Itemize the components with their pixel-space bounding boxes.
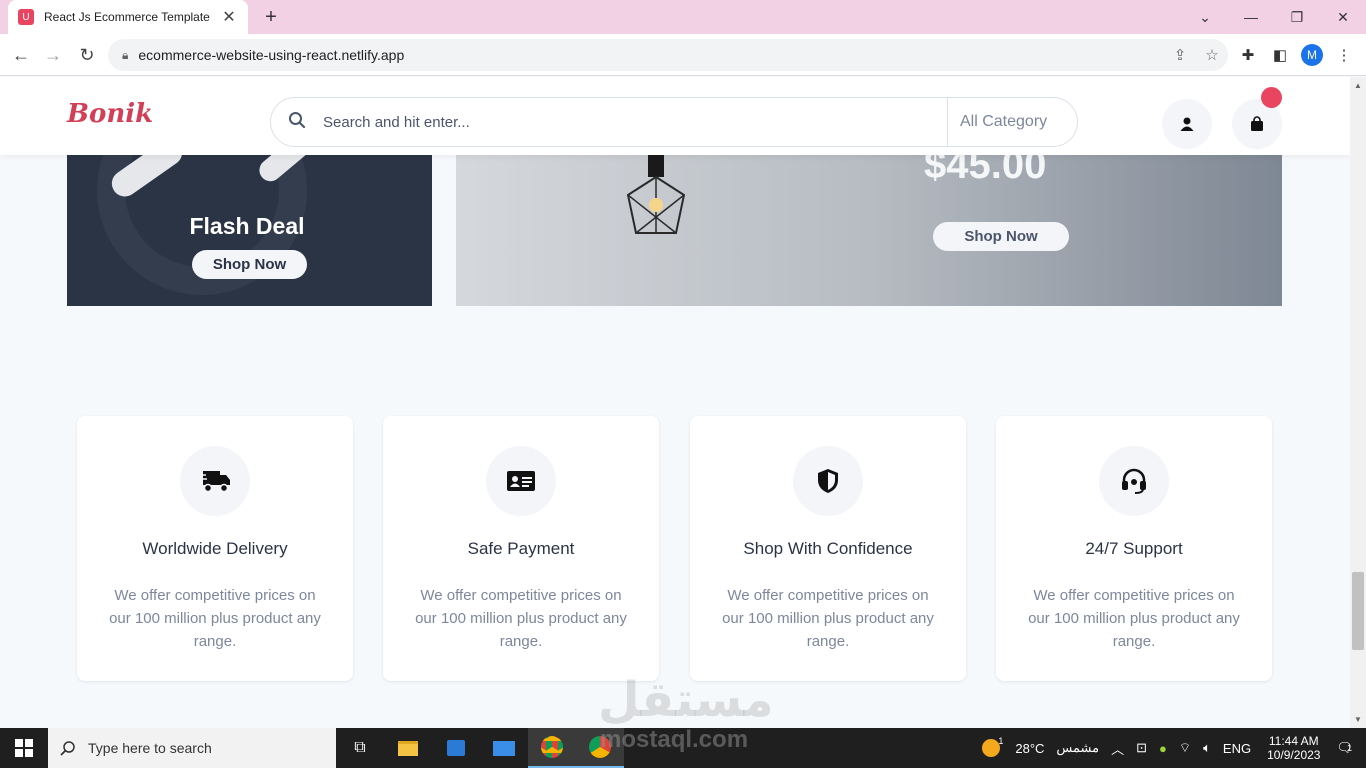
cart-badge bbox=[1261, 87, 1282, 108]
feature-title: 24/7 Support bbox=[1085, 539, 1183, 558]
feature-description: We offer competitive prices on our 100 m… bbox=[109, 587, 321, 650]
feature-description: We offer competitive prices on our 100 m… bbox=[722, 587, 934, 650]
file-explorer-icon[interactable] bbox=[384, 728, 432, 768]
weather-icon[interactable] bbox=[982, 739, 1001, 757]
tab-search-chevron-icon[interactable]: ⌄ bbox=[1182, 0, 1228, 34]
flash-shop-now-button[interactable]: Shop Now bbox=[192, 250, 307, 279]
new-tab-icon[interactable]: + bbox=[258, 4, 284, 30]
weather-condition[interactable]: مشمس bbox=[1056, 740, 1099, 756]
browser-tab[interactable]: U React Js Ecommerce Template ✕ bbox=[8, 0, 248, 34]
update-icon[interactable]: ● bbox=[1159, 741, 1167, 756]
close-window-icon[interactable]: ✕ bbox=[1320, 0, 1366, 34]
lamp-illustration bbox=[626, 155, 686, 234]
bookmark-star-icon[interactable]: ☆ bbox=[1196, 46, 1228, 64]
search-input[interactable] bbox=[323, 113, 947, 131]
id-card-icon bbox=[486, 446, 556, 516]
profile-avatar[interactable]: M bbox=[1301, 44, 1323, 66]
taskbar-search-box[interactable]: Type here to search bbox=[48, 728, 336, 768]
watermark-latin: mostaql.com bbox=[600, 726, 749, 753]
minimize-icon[interactable]: — bbox=[1228, 0, 1274, 34]
restore-icon[interactable]: ❐ bbox=[1274, 0, 1320, 34]
tab-title: React Js Ecommerce Template bbox=[44, 10, 210, 24]
browser-menu-icon[interactable]: ⋮ bbox=[1333, 44, 1355, 66]
user-icon bbox=[1180, 117, 1194, 131]
side-panel-icon[interactable]: ◧ bbox=[1269, 44, 1291, 66]
volume-icon[interactable]: 🔈︎ bbox=[1203, 740, 1211, 756]
watermark-arabic: مستقل bbox=[598, 672, 774, 728]
truck-icon bbox=[180, 446, 250, 516]
reload-icon[interactable]: ↻ bbox=[74, 42, 100, 68]
flash-deal-banner[interactable]: Flash Deal Shop Now bbox=[67, 155, 432, 306]
weather-temp[interactable]: 28°C bbox=[1015, 741, 1044, 756]
url-text: ecommerce-website-using-react.netlify.ap… bbox=[138, 47, 405, 63]
extensions-icon[interactable]: ✚ bbox=[1237, 44, 1259, 66]
feature-card: Safe Payment We offer competitive prices… bbox=[383, 416, 659, 681]
category-dropdown[interactable]: All Category bbox=[947, 98, 1077, 146]
flash-deal-title: Flash Deal bbox=[189, 213, 305, 239]
scroll-down-icon[interactable]: ▼ bbox=[1350, 712, 1366, 728]
chevron-up-icon[interactable]: ︿ bbox=[1111, 739, 1124, 758]
feature-card: 24/7 Support We offer competitive prices… bbox=[996, 416, 1272, 681]
chrome-icon[interactable] bbox=[528, 728, 576, 768]
site-favicon-icon: U bbox=[18, 9, 34, 25]
feature-description: We offer competitive prices on our 100 m… bbox=[1028, 587, 1240, 650]
clock-date: 10/9/2023 bbox=[1267, 748, 1321, 762]
search-bar: All Category bbox=[270, 97, 1078, 147]
shield-icon bbox=[793, 446, 863, 516]
scroll-up-icon[interactable]: ▲ bbox=[1350, 78, 1366, 94]
lamp-promo-banner[interactable]: $45.00 Shop Now bbox=[456, 155, 1282, 306]
network-status-icon[interactable]: ⊡ bbox=[1136, 740, 1147, 756]
browser-tab-bar: U React Js Ecommerce Template ✕ + ⌄ — ❐ … bbox=[0, 0, 1366, 34]
browser-toolbar: ← → ↻ 🔒︎ ecommerce-website-using-react.n… bbox=[0, 34, 1366, 76]
account-button[interactable] bbox=[1162, 99, 1212, 149]
search-icon bbox=[60, 741, 75, 756]
notification-count: 1 bbox=[1346, 743, 1352, 753]
search-icon bbox=[271, 111, 323, 134]
site-header: Bonik All Category bbox=[0, 77, 1350, 155]
feature-title: Shop With Confidence bbox=[743, 539, 913, 558]
feature-title: Worldwide Delivery bbox=[142, 539, 288, 558]
scrollbar-thumb[interactable] bbox=[1352, 572, 1364, 650]
feature-description: We offer competitive prices on our 100 m… bbox=[415, 587, 627, 650]
language-indicator[interactable]: ENG bbox=[1223, 741, 1251, 756]
promo-price: $45.00 bbox=[924, 155, 1047, 187]
mail-icon[interactable] bbox=[480, 728, 528, 768]
address-bar[interactable]: 🔒︎ ecommerce-website-using-react.netlify… bbox=[108, 39, 1228, 71]
taskbar-search-placeholder: Type here to search bbox=[88, 740, 212, 756]
forward-icon[interactable]: → bbox=[40, 42, 66, 68]
wifi-icon[interactable]: ⌔ bbox=[1179, 740, 1191, 756]
windows-start-icon[interactable] bbox=[0, 728, 48, 768]
headset-icon bbox=[1099, 446, 1169, 516]
share-icon[interactable]: ⇪ bbox=[1164, 46, 1196, 64]
system-tray: 1 28°C مشمس ︿ ⊡ ● ⌔ 🔈︎ ENG 11:44 AM 10/9… bbox=[976, 728, 1366, 768]
feature-title: Safe Payment bbox=[467, 539, 575, 558]
page-viewport: Flash Deal Shop Now $45.00 Shop Now Boni… bbox=[0, 77, 1350, 728]
tab-close-icon[interactable]: ✕ bbox=[220, 7, 238, 27]
store-icon[interactable] bbox=[432, 728, 480, 768]
back-icon[interactable]: ← bbox=[8, 42, 34, 68]
lock-icon: 🔒︎ bbox=[122, 47, 129, 62]
clock[interactable]: 11:44 AM 10/9/2023 bbox=[1267, 734, 1320, 762]
shopping-bag-icon bbox=[1251, 116, 1263, 131]
clock-time: 11:44 AM bbox=[1268, 734, 1319, 748]
site-logo[interactable]: Bonik bbox=[67, 99, 153, 129]
feature-card: Worldwide Delivery We offer competitive … bbox=[77, 416, 353, 681]
feature-card: Shop With Confidence We offer competitiv… bbox=[690, 416, 966, 681]
task-view-icon[interactable]: ⧉ bbox=[336, 728, 384, 768]
main-shop-now-button[interactable]: Shop Now bbox=[933, 222, 1069, 251]
